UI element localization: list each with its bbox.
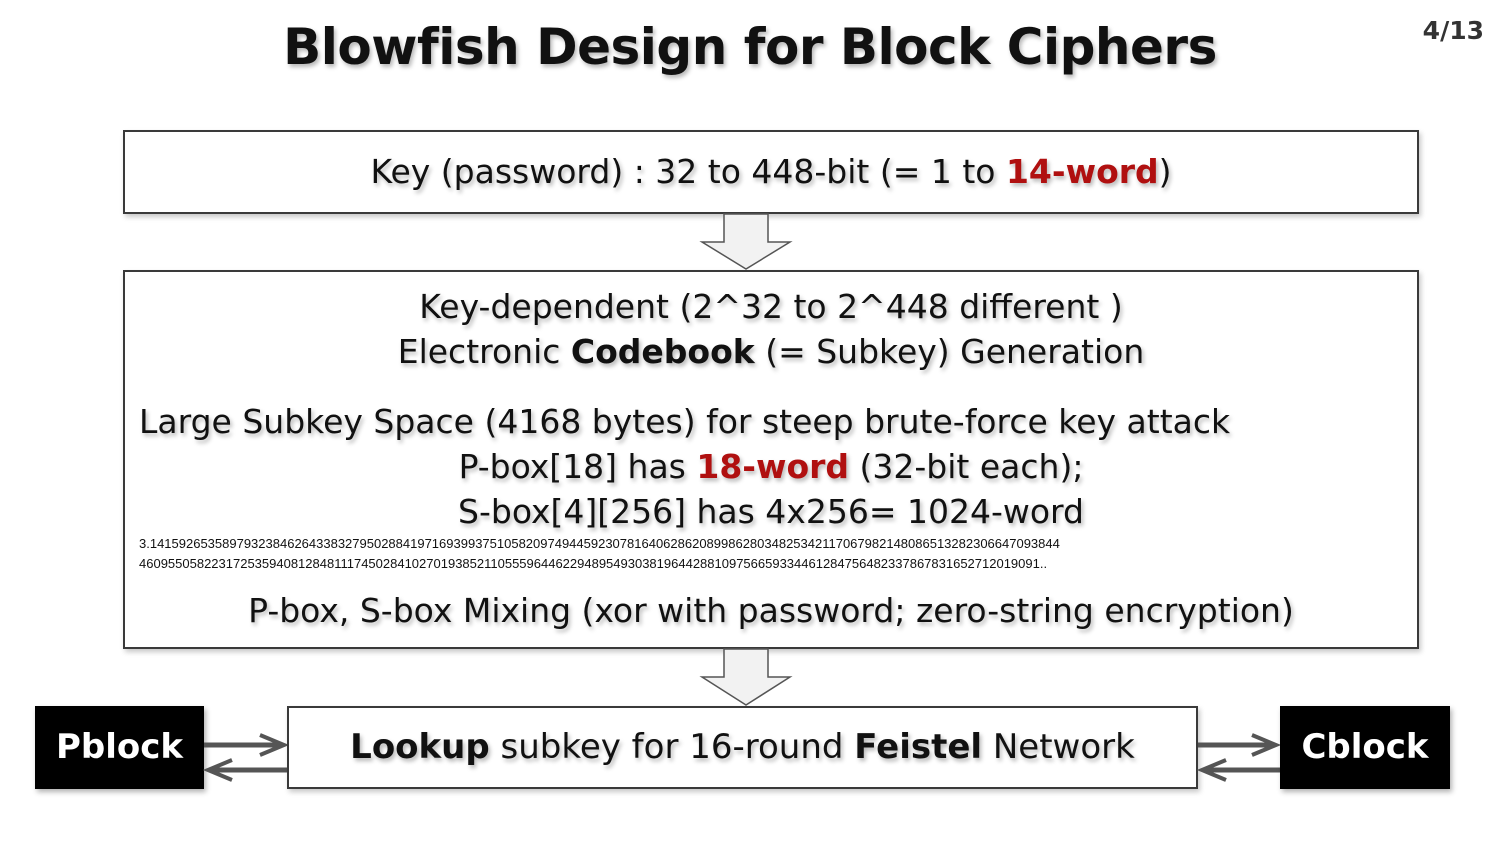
key-dependent-line: Key-dependent (2^32 to 2^448 different ) xyxy=(419,287,1123,326)
pbox-line: P-box[18] has 18-word (32-bit each); xyxy=(125,444,1417,489)
pbox-post: (32-bit each); xyxy=(849,447,1084,486)
codebook-post: (= Subkey) Generation xyxy=(754,332,1145,371)
sbox-line: S-box[4][256] has 4x256= 1024-word xyxy=(458,492,1084,531)
lookup-bold: Lookup xyxy=(350,727,490,767)
page-number: 4/13 xyxy=(1422,16,1484,45)
pi-digits-line2: 4609550582231725359408128481117450284102… xyxy=(139,556,1048,571)
key-prefix: Key (password) : 32 to 448-bit (= 1 to xyxy=(370,152,1006,191)
key-highlight: 14-word xyxy=(1005,152,1159,191)
lookup-text: Lookup subkey for 16-round Feistel Netwo… xyxy=(289,727,1196,767)
subkey-space-line: Large Subkey Space (4168 bytes) for stee… xyxy=(139,402,1231,441)
pblock-box: Pblock xyxy=(35,706,204,789)
lookup-end: Network xyxy=(982,727,1135,767)
key-text: Key (password) : 32 to 448-bit (= 1 to 1… xyxy=(125,152,1417,191)
down-arrow-icon xyxy=(699,648,793,706)
left-arrow-icon xyxy=(202,758,288,782)
right-arrow-icon xyxy=(204,733,290,757)
codebook-line: Electronic Codebook (= Subkey) Generatio… xyxy=(125,329,1417,374)
lookup-mid: subkey for 16-round xyxy=(489,727,855,767)
right-arrow-icon xyxy=(1198,733,1282,757)
pbox-pre: P-box[18] has xyxy=(458,447,697,486)
pbox-highlight: 18-word xyxy=(696,447,850,486)
lookup-box: Lookup subkey for 16-round Feistel Netwo… xyxy=(287,706,1198,789)
left-arrow-icon xyxy=(1196,758,1280,782)
cblock-box: Cblock xyxy=(1280,706,1450,789)
key-box: Key (password) : 32 to 448-bit (= 1 to 1… xyxy=(123,130,1419,214)
down-arrow-icon xyxy=(699,213,793,270)
codebook-bold: Codebook xyxy=(570,332,755,371)
codebook-pre: Electronic xyxy=(397,332,571,371)
slide-title: Blowfish Design for Block Ciphers xyxy=(283,18,1217,76)
key-suffix: ) xyxy=(1158,152,1172,191)
feistel-bold: Feistel xyxy=(854,727,983,767)
pi-digits: 3.14159265358979323846264338327950288419… xyxy=(125,534,1417,574)
mixing-line: P-box, S-box Mixing (xor with password; … xyxy=(248,591,1294,630)
codebook-box: Key-dependent (2^32 to 2^448 different )… xyxy=(123,270,1419,649)
pi-digits-line1: 3.14159265358979323846264338327950288419… xyxy=(139,536,1060,551)
